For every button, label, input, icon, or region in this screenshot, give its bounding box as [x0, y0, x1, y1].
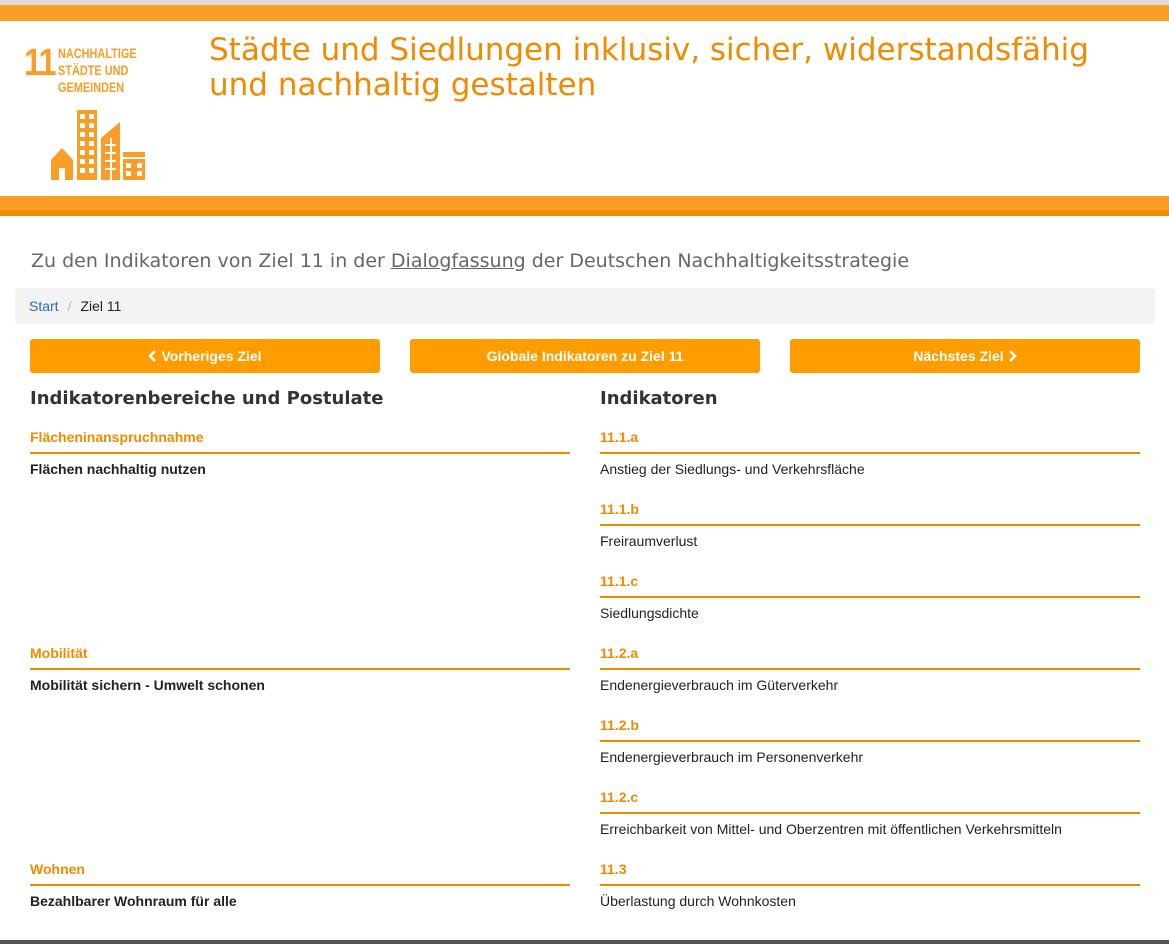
indicators-heading: Indikatoren: [600, 388, 718, 409]
chevron-left-icon: [148, 350, 157, 362]
section-postulate: Flächen nachhaltig nutzen: [30, 461, 206, 477]
top-orange-band: [0, 5, 1169, 21]
intro-text: Zu den Indikatoren von Ziel 11 in der Di…: [31, 250, 909, 272]
logo-text-line2: STÄDTE UND: [58, 62, 129, 78]
breadcrumb-separator: /: [67, 298, 72, 314]
indicator-code-11-1-a[interactable]: 11.1.a: [600, 429, 1140, 454]
indicator-code-11-1-c[interactable]: 11.1.c: [600, 573, 1140, 598]
intro-suffix: der Deutschen Nachhaltigkeitsstrategie: [525, 250, 910, 272]
city-buildings-icon: [51, 110, 145, 180]
header-bottom-band: [0, 196, 1169, 210]
sdg-11-logo: 11 NACHHALTIGE STÄDTE UND GEMEINDEN: [24, 40, 154, 185]
logo-text-line1: NACHHALTIGE: [58, 45, 137, 61]
previous-goal-label: Vorheriges Ziel: [161, 348, 262, 364]
global-indicators-label: Globale Indikatoren zu Ziel 11: [486, 348, 684, 364]
indicator-code-11-2-b[interactable]: 11.2.b: [600, 717, 1140, 742]
chevron-right-icon: [1008, 350, 1017, 362]
next-goal-label: Nächstes Ziel: [913, 348, 1004, 364]
indicator-code-11-3[interactable]: 11.3: [600, 861, 1140, 886]
section-title-wohnen[interactable]: Wohnen: [30, 861, 570, 886]
indicator-text[interactable]: Endenergieverbrauch im Personenverkehr: [600, 749, 863, 765]
indicator-text[interactable]: Freiraumverlust: [600, 533, 697, 549]
indicator-code-11-1-b[interactable]: 11.1.b: [600, 501, 1140, 526]
breadcrumb: Start / Ziel 11: [15, 288, 1155, 324]
breadcrumb-home-link[interactable]: Start: [29, 298, 59, 314]
previous-goal-button[interactable]: Vorheriges Ziel: [30, 339, 380, 373]
intro-prefix: Zu den Indikatoren von Ziel 11 in der: [31, 250, 391, 272]
section-postulate: Bezahlbarer Wohnraum für alle: [30, 893, 237, 909]
indicator-code-11-2-c[interactable]: 11.2.c: [600, 789, 1140, 814]
logo-text: NACHHALTIGE STÄDTE UND GEMEINDEN: [58, 45, 137, 96]
indicator-text[interactable]: Endenergieverbrauch im Güterverkehr: [600, 677, 838, 693]
indicator-code-11-2-a[interactable]: 11.2.a: [600, 645, 1140, 670]
global-indicators-button[interactable]: Globale Indikatoren zu Ziel 11: [410, 339, 760, 373]
indicator-text[interactable]: Siedlungsdichte: [600, 605, 699, 621]
section-title-mobilitaet[interactable]: Mobilität: [30, 645, 570, 670]
header-bottom-band-dark: [0, 210, 1169, 216]
section-postulate: Mobilität sichern - Umwelt schonen: [30, 677, 265, 693]
indicator-text[interactable]: Überlastung durch Wohnkosten: [600, 893, 796, 909]
logo-number: 11: [24, 42, 56, 84]
bottom-border: [0, 940, 1169, 944]
next-goal-button[interactable]: Nächstes Ziel: [790, 339, 1140, 373]
section-title-flaecheninanspruchnahme[interactable]: Flächeninanspruchnahme: [30, 429, 570, 454]
indicator-text[interactable]: Anstieg der Siedlungs- und Verkehrsfläch…: [600, 461, 865, 477]
breadcrumb-current: Ziel 11: [80, 298, 122, 314]
dialogfassung-link[interactable]: Dialogfassung: [391, 250, 526, 272]
indicator-text[interactable]: Erreichbarkeit von Mittel- und Oberzentr…: [600, 821, 1062, 837]
logo-text-line3: GEMEINDEN: [58, 79, 125, 95]
page-headline: Städte und Siedlungen inklusiv, sicher, …: [209, 32, 1089, 103]
areas-heading: Indikatorenbereiche und Postulate: [30, 388, 384, 409]
